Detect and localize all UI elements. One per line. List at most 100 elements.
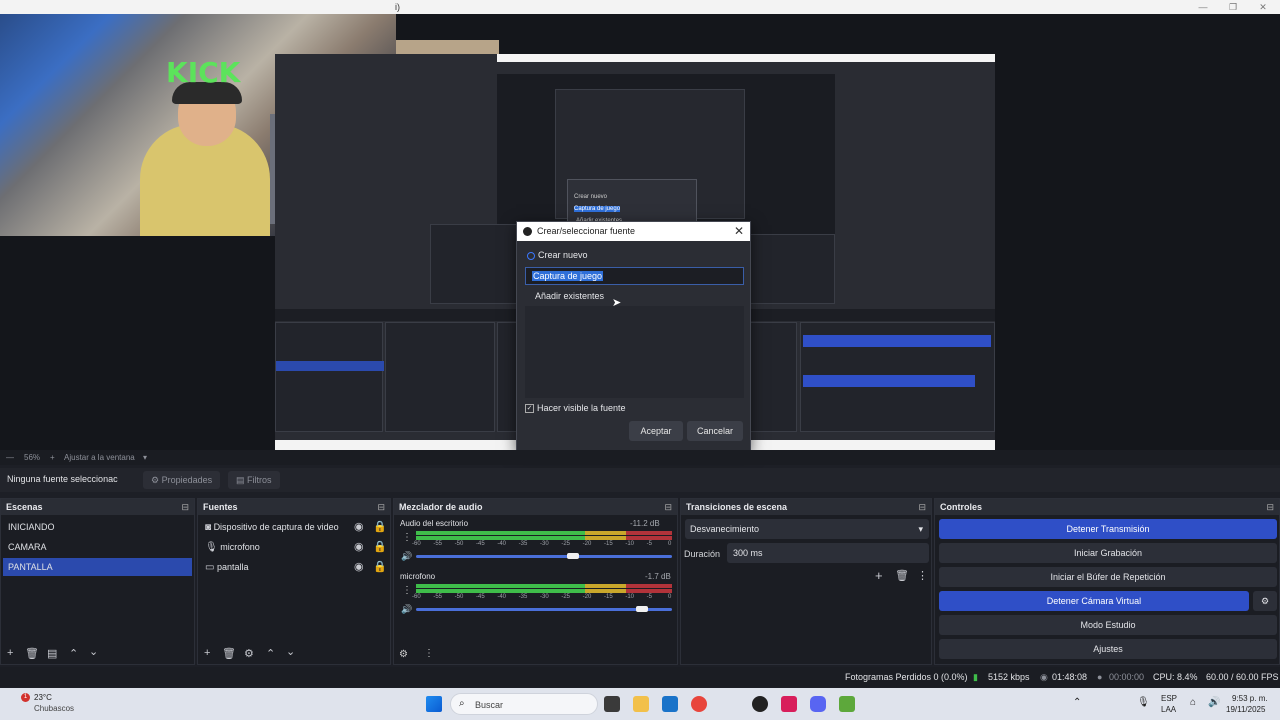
popout-icon[interactable]: ⊟ [664,499,672,515]
eye-icon[interactable]: ◉ [354,540,364,553]
more-vert-icon[interactable]: ⋮ [402,585,412,596]
meter-tick-label: -10 [625,541,634,547]
zoom-in-icon[interactable]: + [50,450,55,465]
make-visible-checkbox[interactable]: ✓ Hacer visible la fuente [525,403,626,414]
clock-time[interactable]: 9:53 p. m. [1232,694,1268,703]
keyboard-layout[interactable]: LAA [1161,705,1176,714]
lock-icon[interactable]: 🔒 [373,520,387,533]
eye-icon[interactable]: ◉ [354,520,364,533]
store-icon[interactable] [662,696,678,712]
more-vert-icon[interactable]: ⋮ [917,569,928,582]
close-window-button[interactable]: ✕ [1248,0,1278,14]
volume-icon[interactable]: 🔊 [1208,697,1220,708]
scenes-dock: Escenas ⊟ INICIANDO CAMARA PANTALLA + 🗑 ▤… [0,498,195,665]
chevron-down-icon[interactable]: ▾ [143,450,147,465]
obs-icon[interactable] [752,696,768,712]
chrome-icon[interactable] [691,696,707,712]
weather-temp[interactable]: 23°C [34,693,52,702]
fps: 60.00 / 60.00 FPS [1206,672,1279,682]
tiktok-icon[interactable] [781,696,797,712]
chevron-down-icon[interactable]: ⌄ [286,645,295,658]
checkmark-icon: ✓ [525,404,534,414]
chevron-down-icon[interactable]: ⌄ [89,645,98,658]
meter-tick-label: -5 [646,594,652,600]
create-new-radio[interactable]: Crear nuevo [527,250,588,260]
bitrate: 5152 kbps [988,672,1030,682]
start-replay-buffer-button[interactable]: Iniciar el Búfer de Repetición [939,567,1277,587]
new-source-name-input[interactable]: Captura de juego [525,267,744,285]
existing-sources-list[interactable] [525,306,744,398]
studio-mode-button[interactable]: Modo Estudio [939,615,1277,635]
trash-icon[interactable]: 🗑 [895,569,909,582]
dialog-close-icon[interactable]: ✕ [734,222,744,241]
meter-tick-label: -10 [625,594,634,600]
filters-button[interactable]: ▤ Filtros [228,471,280,489]
meter-tick-label: -40 [497,594,506,600]
discord-icon[interactable] [810,696,826,712]
transition-select[interactable]: Desvanecimiento ▾ [685,519,929,539]
search-icon: ⌕ [459,698,465,709]
task-view-icon[interactable] [604,696,620,712]
meter-tick-label: -5 [646,541,652,547]
cancel-button[interactable]: Cancelar [687,421,743,441]
lock-icon[interactable]: 🔒 [373,540,387,553]
file-explorer-icon[interactable] [633,696,649,712]
speaker-icon[interactable]: 🔊 [401,604,412,615]
properties-button[interactable]: ⚙ Propiedades [143,471,221,489]
popout-icon[interactable]: ⊟ [1266,499,1274,515]
accept-button[interactable]: Aceptar [629,421,683,441]
volume-slider[interactable] [416,606,672,612]
volume-slider[interactable] [416,553,672,559]
preview-zoom-bar: — 56% + Ajustar a la ventana ▾ [0,450,1280,465]
filter-icon[interactable]: ▤ [47,647,57,660]
trash-icon[interactable]: 🗑 [25,647,39,660]
gear-icon[interactable]: ⚙ [244,647,254,660]
lock-icon[interactable]: 🔒 [373,560,387,573]
minimize-button[interactable]: — [1188,0,1218,14]
microphone-icon: 🎙 [205,542,218,553]
filter-icon: ▤ [236,475,248,485]
windows-start-icon[interactable] [426,696,442,712]
more-vert-icon[interactable]: ⋮ [424,648,434,659]
scene-item[interactable]: CAMARA [3,538,192,556]
slider-knob[interactable] [635,606,648,612]
add-icon[interactable]: + [875,568,883,583]
mixer-settings-icon[interactable]: ⚙ [399,649,408,660]
add-existing-radio[interactable]: Añadir existentes [535,291,604,301]
popout-icon[interactable]: ⊟ [918,499,926,515]
duration-spinbox[interactable]: 300 ms [727,543,929,563]
stop-virtual-camera-button[interactable]: Detener Cámara Virtual [939,591,1249,611]
microphone-icon[interactable]: 🎙 [1137,697,1150,708]
scene-item-selected[interactable]: PANTALLA [3,558,192,576]
settings-button[interactable]: Ajustes [939,639,1277,659]
start-recording-button[interactable]: Iniciar Grabación [939,543,1277,563]
meter-tick-label: -20 [582,594,592,600]
more-vert-icon[interactable]: ⋮ [402,532,412,543]
chevron-up-icon[interactable]: ⌃ [266,647,275,660]
popout-icon[interactable]: ⊟ [377,499,385,515]
eye-icon[interactable]: ◉ [354,560,364,573]
mixer-title: Mezclador de audio [399,502,483,512]
dropped-frames: Fotogramas Perdidos 0 (0.0%) [845,672,968,682]
stream-icon: ◉ [1040,672,1048,682]
add-icon[interactable]: + [7,647,13,659]
slider-knob[interactable] [567,553,580,559]
maximize-button[interactable]: ❐ [1218,0,1248,14]
meter-tick-label: -40 [497,541,506,547]
add-icon[interactable]: + [204,647,210,659]
fit-window-label[interactable]: Ajustar a la ventana [64,450,135,465]
chevron-up-icon[interactable]: ⌃ [1073,697,1081,708]
network-icon[interactable]: ⌂ [1190,697,1196,708]
virtual-camera-settings-button[interactable]: ⚙ [1253,591,1277,611]
weather-desc[interactable]: Chubascos [34,704,74,713]
chevron-up-icon[interactable]: ⌃ [69,647,78,660]
trash-icon[interactable]: 🗑 [222,647,236,660]
clock-date[interactable]: 19/11/2025 [1226,705,1265,714]
taskbar-search-box[interactable]: ⌕ Buscar [450,693,598,715]
scene-item[interactable]: INICIANDO [3,518,192,536]
language-indicator[interactable]: ESP [1161,694,1177,703]
stop-streaming-button[interactable]: Detener Transmisión [939,519,1277,539]
speaker-icon[interactable]: 🔊 [401,551,412,562]
minecraft-icon[interactable] [839,696,855,712]
popout-icon[interactable]: ⊟ [181,499,189,515]
